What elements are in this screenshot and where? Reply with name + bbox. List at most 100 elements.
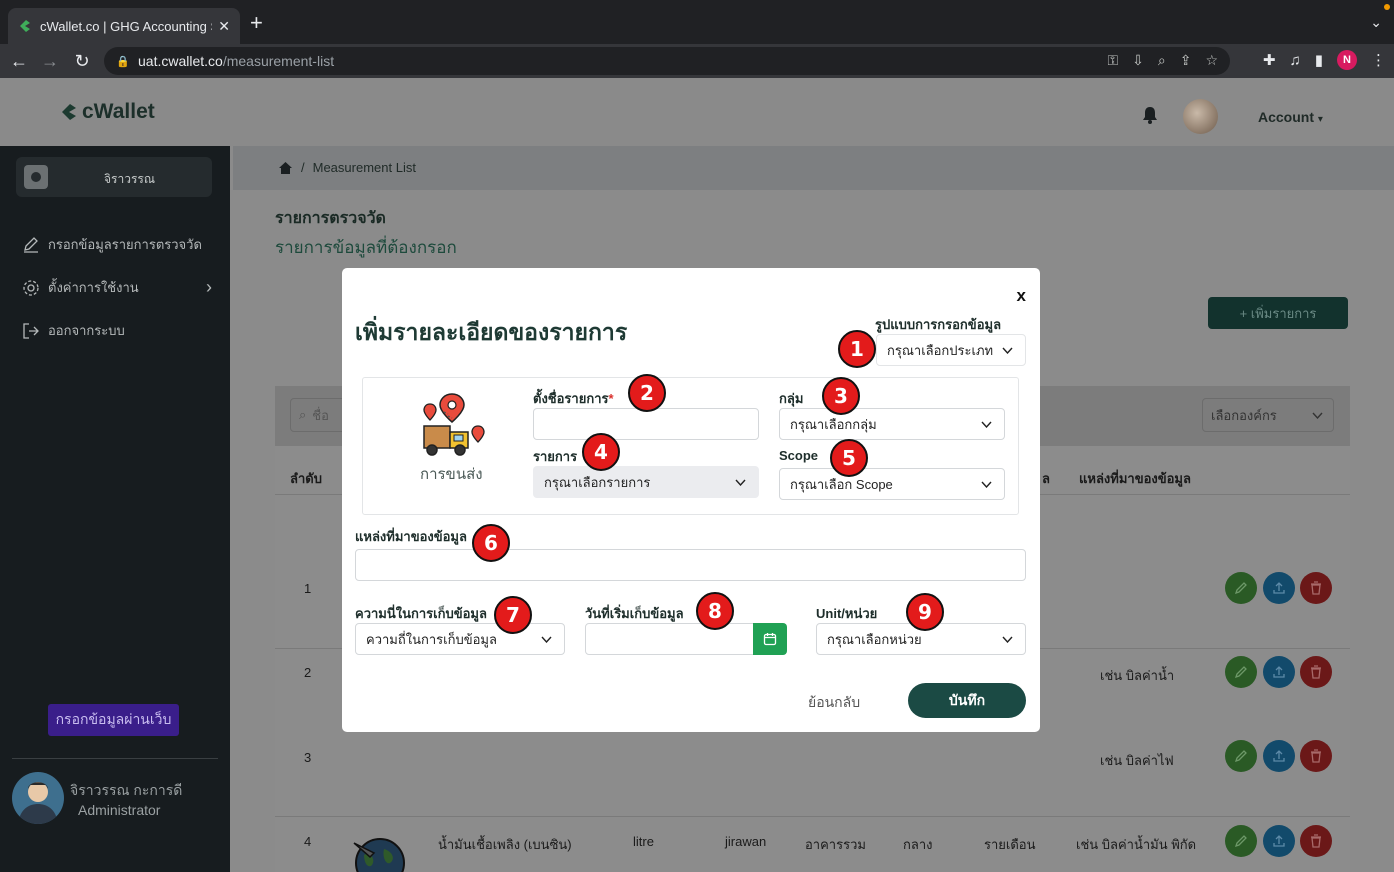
install-icon[interactable]: ⇩ — [1132, 52, 1144, 69]
unit-value: กรุณาเลือกหน่วย — [827, 631, 922, 647]
annotation-badge: 7 — [494, 596, 532, 634]
page-title: รายการตรวจวัด — [275, 210, 386, 227]
account-dropdown[interactable]: Account ▾ — [1258, 109, 1323, 125]
annotation-badge: 8 — [696, 592, 734, 630]
row-group: อาคารรวม — [805, 837, 866, 852]
date-picker-button[interactable] — [753, 623, 787, 655]
zoom-icon[interactable]: ⌕ — [1158, 52, 1166, 69]
upload-button[interactable] — [1263, 572, 1295, 604]
organization-select[interactable]: เลือกองค์กร — [1202, 398, 1334, 432]
tab-search-chevron-icon[interactable]: ⌄ — [1370, 14, 1382, 31]
group-select[interactable]: กรุณาเลือกกลุ่ม — [779, 408, 1005, 440]
frequency-select[interactable]: ความถี่ในการเก็บข้อมูล — [355, 623, 565, 655]
row-index: 2 — [304, 665, 312, 680]
logo[interactable]: cWallet — [60, 100, 155, 124]
pencil-icon — [24, 236, 38, 253]
profile-avatar[interactable]: N — [1337, 50, 1357, 70]
share-icon[interactable]: ⇪ — [1180, 52, 1192, 69]
browser-menu-icon[interactable]: ⋮ — [1371, 51, 1386, 69]
data-source-input[interactable] — [355, 549, 1026, 581]
sidebar-item-settings[interactable]: ตั้งค่าการใช้งาน › — [22, 277, 212, 298]
annotation-badge: 5 — [830, 439, 868, 477]
sidepanel-icon[interactable]: ▮ — [1315, 51, 1323, 69]
update-dot-icon — [1384, 4, 1390, 10]
profile-role: Administrator — [78, 802, 161, 818]
address-bar: ← → ↻ 🔒 uat.cwallet.co/measurement-list … — [0, 44, 1394, 78]
upload-button[interactable] — [1263, 825, 1295, 857]
modal-close-button[interactable]: x — [1017, 286, 1026, 306]
url-field[interactable]: 🔒 uat.cwallet.co/measurement-list ⚿ ⇩ ⌕ … — [104, 47, 1230, 75]
lock-icon: 🔒 — [116, 55, 130, 68]
browser-tab[interactable]: cWallet.co | GHG Accounting S ✕ — [8, 8, 240, 44]
sidebar-item-label: ตั้งค่าการใช้งาน — [48, 280, 139, 295]
delete-button[interactable] — [1300, 825, 1332, 857]
edit-button[interactable] — [1225, 572, 1257, 604]
organization-select-value: เลือกองค์กร — [1211, 407, 1277, 423]
start-date-input[interactable] — [585, 623, 755, 655]
chevron-down-icon — [1002, 636, 1013, 643]
new-tab-icon[interactable]: + — [250, 12, 263, 34]
annotation-badge: 2 — [628, 374, 666, 412]
cwallet-logo-icon — [62, 104, 76, 120]
edit-button[interactable] — [1225, 825, 1257, 857]
back-arrow-icon[interactable]: ← — [8, 50, 30, 72]
save-button[interactable]: บันทึก — [908, 683, 1026, 718]
trash-icon — [1311, 834, 1321, 848]
reload-icon[interactable]: ↻ — [71, 50, 93, 72]
user-avatar[interactable] — [1183, 99, 1218, 134]
delete-button[interactable] — [1300, 656, 1332, 688]
annotation-badge: 3 — [822, 377, 860, 415]
web-input-button[interactable]: กรอกข้อมูลผ่านเว็บ — [48, 704, 179, 736]
row-source: เช่น บิลค่าน้ำมัน พิกัด — [1076, 837, 1197, 852]
add-item-button[interactable]: + เพิ่มรายการ — [1208, 297, 1348, 329]
column-header-index: ลำดับ — [290, 471, 322, 486]
input-format-label: รูปแบบการกรอกข้อมูล — [875, 317, 1002, 332]
delete-button[interactable] — [1300, 572, 1332, 604]
item-select[interactable]: กรุณาเลือกรายการ — [533, 466, 759, 498]
sidebar-item-measurement-input[interactable]: กรอกข้อมูลรายการตรวจวัด — [22, 234, 212, 255]
pencil-icon — [1234, 582, 1247, 595]
delete-button[interactable] — [1300, 740, 1332, 772]
row-source: เช่น บิลค่าไฟ — [1100, 753, 1174, 768]
extensions-puzzle-icon[interactable]: ✚ — [1263, 51, 1276, 69]
media-icon[interactable]: ♫ — [1289, 52, 1300, 69]
add-item-detail-modal: x เพิ่มรายละเอียดของรายการ รูปแบบการกรอก… — [342, 268, 1040, 732]
item-label: รายการ — [533, 449, 578, 464]
item-name-input[interactable] — [533, 408, 759, 440]
sidebar: จิราวรรณ กรอกข้อมูลรายการตรวจวัด ตั้งค่า… — [0, 146, 230, 872]
chevron-down-icon — [541, 636, 552, 643]
chevron-down-icon — [735, 479, 746, 486]
url-host: uat.cwallet.co — [138, 53, 223, 69]
required-asterisk: * — [608, 391, 614, 406]
back-button[interactable]: ย้อนกลับ — [808, 692, 860, 714]
scope-value: กรุณาเลือก Scope — [790, 476, 893, 492]
upload-button[interactable] — [1263, 740, 1295, 772]
bookmark-star-icon[interactable]: ☆ — [1205, 52, 1218, 69]
frequency-value: ความถี่ในการเก็บข้อมูล — [366, 631, 497, 647]
row-frequency: รายเดือน — [984, 837, 1036, 852]
key-icon[interactable]: ⚿ — [1107, 52, 1118, 69]
sidebar-item-logout[interactable]: ออกจากระบบ — [22, 320, 212, 341]
search-input[interactable]: ⌕ ชื่อ — [290, 398, 350, 432]
upload-button[interactable] — [1263, 656, 1295, 688]
scope-select[interactable]: กรุณาเลือก Scope — [779, 468, 1005, 500]
top-navbar: cWallet Account ▾ — [0, 78, 1394, 146]
home-icon[interactable] — [278, 161, 293, 175]
input-format-value: กรุณาเลือกประเภท — [887, 342, 994, 358]
breadcrumb-separator: / — [301, 160, 305, 175]
bell-icon[interactable] — [1142, 106, 1158, 124]
breadcrumb: / Measurement List — [233, 146, 1394, 190]
upload-icon — [1273, 750, 1285, 762]
row-index: 3 — [304, 750, 312, 765]
forward-arrow-icon[interactable]: → — [39, 50, 61, 72]
input-format-select[interactable]: กรุณาเลือกประเภท — [876, 334, 1026, 366]
edit-button[interactable] — [1225, 656, 1257, 688]
edit-button[interactable] — [1225, 740, 1257, 772]
chevron-right-icon: › — [206, 277, 212, 297]
sidebar-user-card[interactable]: จิราวรรณ — [16, 157, 212, 197]
tab-close-icon[interactable]: ✕ — [218, 18, 230, 35]
row-unit: litre — [633, 834, 654, 849]
row-owner: jirawan — [725, 834, 767, 849]
camera-icon — [24, 165, 48, 189]
column-header-partial: ล — [1042, 471, 1050, 486]
